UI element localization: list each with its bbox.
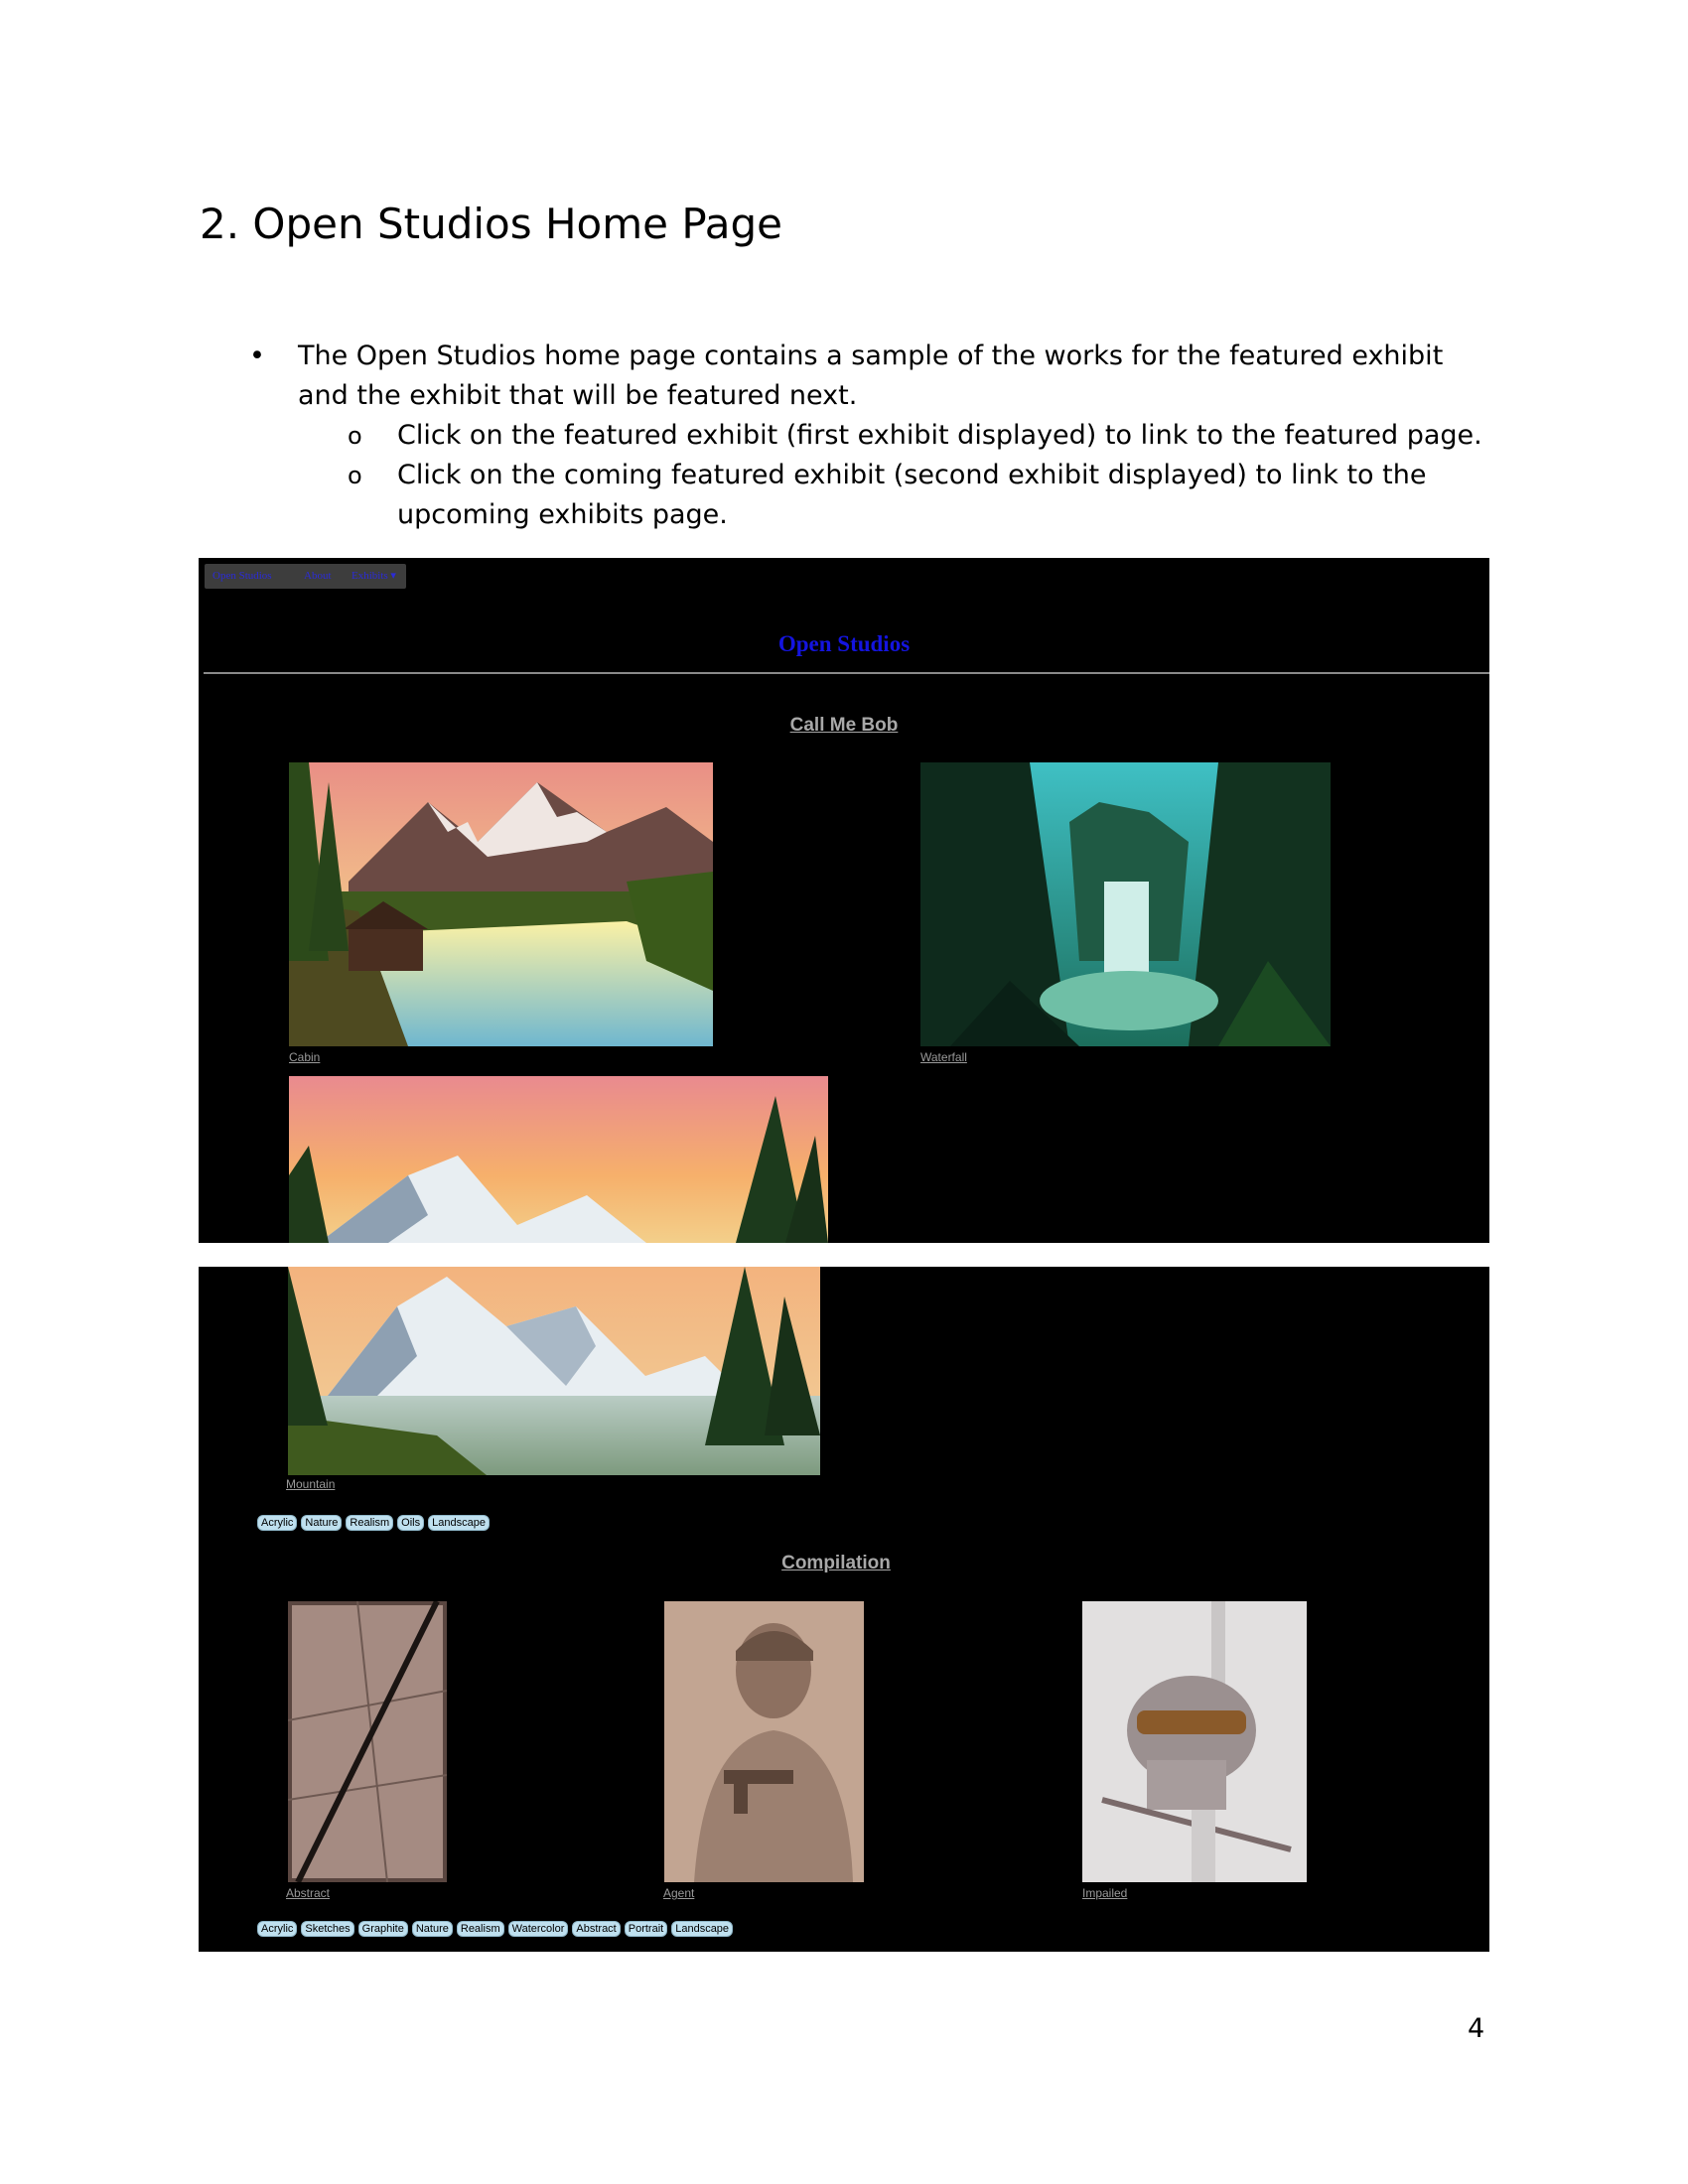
section-heading: 2. Open Studios Home Page	[200, 200, 783, 248]
mountain-painting[interactable]	[288, 1267, 820, 1475]
cabin-painting[interactable]	[289, 762, 713, 1046]
nav-home-link[interactable]: Open Studios	[212, 564, 272, 589]
coming-tags: Acrylic Sketches Graphite Nature Realism…	[257, 1921, 734, 1937]
screenshot-home-bottom: Mountain Acrylic Nature Realism Oils Lan…	[199, 1267, 1489, 1952]
work-caption-link[interactable]: Cabin	[289, 1050, 320, 1064]
site-navbar: Open Studios About Exhibits ▾	[205, 564, 406, 589]
tag-link[interactable]: Oils	[397, 1515, 425, 1531]
tag-link[interactable]: Acrylic	[257, 1921, 298, 1937]
tag-link[interactable]: Landscape	[671, 1921, 734, 1937]
tag-link[interactable]: Abstract	[572, 1921, 621, 1937]
work-caption-link[interactable]: Abstract	[286, 1886, 330, 1900]
divider	[204, 672, 1489, 674]
skull-sketch[interactable]	[1082, 1601, 1307, 1882]
work-caption-link[interactable]: Waterfall	[920, 1050, 967, 1064]
sub-bullet-upcoming: Click on the coming featured exhibit (se…	[397, 460, 1427, 530]
mountain-painting[interactable]	[289, 1076, 828, 1243]
nav-about-link[interactable]: About	[304, 564, 332, 589]
tag-link[interactable]: Graphite	[357, 1921, 408, 1937]
waterfall-painting[interactable]	[920, 762, 1331, 1046]
bullet-text: The Open Studios home page contains a sa…	[298, 341, 1444, 411]
tag-link[interactable]: Sketches	[301, 1921, 354, 1937]
tag-link[interactable]: Realism	[456, 1921, 504, 1937]
page-number: 4	[1468, 2013, 1485, 2044]
screenshot-home-top: Open Studios About Exhibits ▾ Open Studi…	[199, 558, 1489, 1243]
tag-link[interactable]: Realism	[346, 1515, 394, 1531]
bullet-icon: •	[249, 341, 265, 371]
nav-exhibits-dropdown[interactable]: Exhibits ▾	[352, 564, 396, 589]
sub-bullet-icon: o	[348, 422, 362, 450]
abstract-photo[interactable]	[288, 1601, 447, 1882]
tag-link[interactable]: Nature	[411, 1921, 453, 1937]
work-caption-link[interactable]: Agent	[663, 1886, 694, 1900]
coming-exhibit-link[interactable]: Compilation	[199, 1553, 1481, 1574]
tag-link[interactable]: Watercolor	[507, 1921, 569, 1937]
sketch-portrait[interactable]	[664, 1601, 864, 1882]
site-title: Open Studios	[777, 631, 911, 656]
featured-exhibit-link[interactable]: Call Me Bob	[199, 715, 1489, 737]
tag-link[interactable]: Landscape	[428, 1515, 490, 1531]
work-caption-link[interactable]: Mountain	[286, 1477, 335, 1491]
tag-link[interactable]: Nature	[301, 1515, 343, 1531]
tag-link[interactable]: Portrait	[624, 1921, 668, 1937]
work-caption-link[interactable]: Impailed	[1082, 1886, 1127, 1900]
tag-link[interactable]: Acrylic	[257, 1515, 298, 1531]
sub-bullet-icon: o	[348, 462, 362, 489]
sub-bullet-featured: Click on the featured exhibit (first exh…	[397, 420, 1482, 451]
featured-tags: Acrylic Nature Realism Oils Landscape	[257, 1515, 490, 1531]
